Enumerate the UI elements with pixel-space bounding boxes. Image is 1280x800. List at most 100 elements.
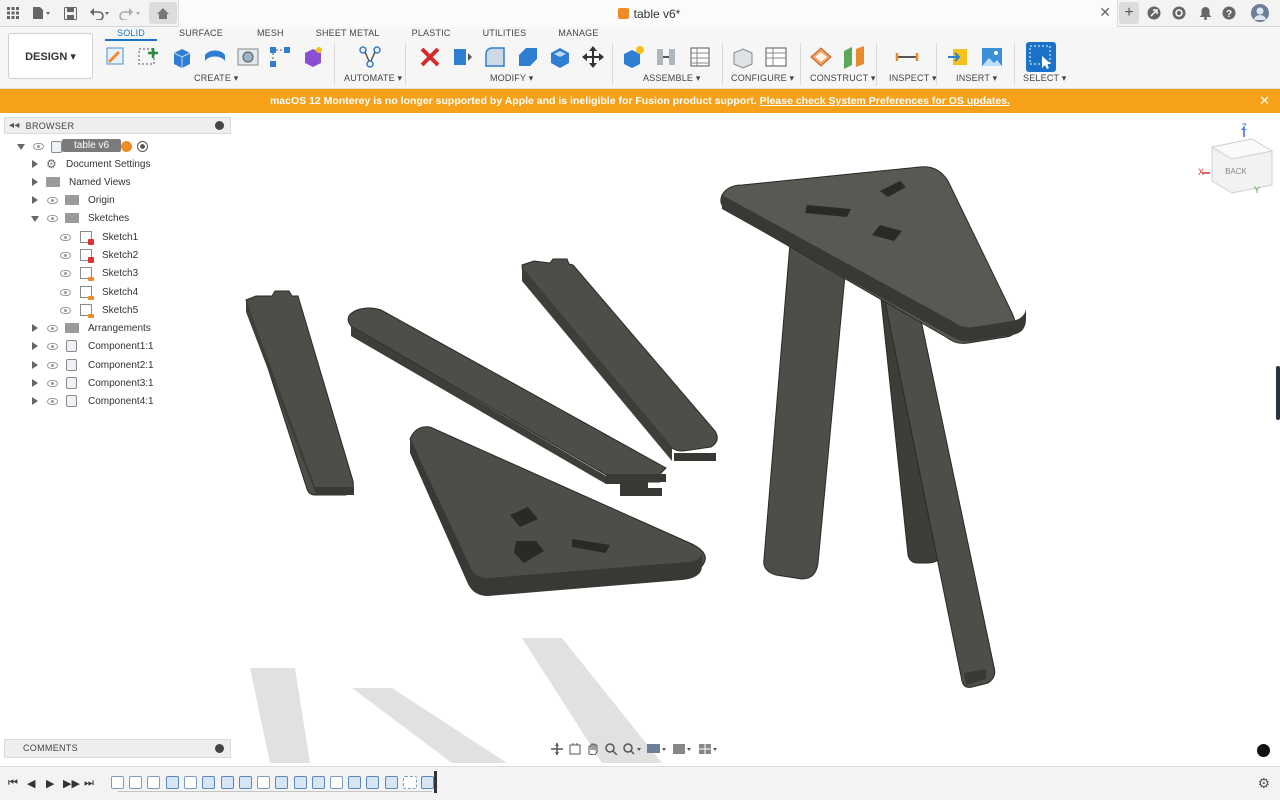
job-status-icon[interactable] bbox=[1171, 3, 1187, 23]
document-tab[interactable]: table v6* ✕ bbox=[178, 0, 1118, 27]
construct-menu[interactable]: CONSTRUCT ▾ bbox=[810, 73, 876, 84]
pan-icon[interactable] bbox=[586, 743, 600, 756]
create-sketch-plus-icon[interactable] bbox=[137, 45, 161, 69]
timeline-feature[interactable] bbox=[239, 776, 252, 789]
timeline-prev-button[interactable]: ◀ bbox=[27, 777, 35, 790]
new-tab-icon[interactable]: + bbox=[1119, 2, 1139, 24]
timeline-marker[interactable] bbox=[434, 771, 437, 793]
timeline-feature[interactable] bbox=[312, 776, 325, 789]
tree-item-component3[interactable]: Component3:1 bbox=[4, 375, 231, 392]
expand-icon[interactable] bbox=[32, 379, 38, 387]
joint-icon[interactable] bbox=[654, 45, 678, 69]
timeline-play-button[interactable]: ▶ bbox=[46, 777, 54, 790]
tree-item-sketches[interactable]: Sketches bbox=[4, 210, 231, 227]
home-icon[interactable] bbox=[149, 2, 177, 24]
comments-panel[interactable]: COMMENTS bbox=[4, 739, 231, 758]
visibility-icon[interactable] bbox=[60, 307, 71, 314]
shell-icon[interactable] bbox=[548, 45, 572, 69]
3d-viewport[interactable]: BACK Z X Y bbox=[232, 113, 1280, 763]
timeline-feature[interactable] bbox=[257, 776, 270, 789]
modify-menu[interactable]: MODIFY ▾ bbox=[490, 73, 533, 84]
side-panel-handle[interactable] bbox=[1276, 366, 1280, 420]
collapse-icon[interactable] bbox=[31, 216, 39, 222]
timeline-feature[interactable] bbox=[147, 776, 160, 789]
configuration-table-icon[interactable] bbox=[764, 45, 788, 69]
visibility-icon[interactable] bbox=[47, 325, 58, 332]
timeline-settings-gear-icon[interactable]: ⚙ bbox=[1257, 775, 1270, 792]
tree-item-document-settings[interactable]: ⚙ Document Settings bbox=[4, 156, 231, 173]
expand-icon[interactable] bbox=[32, 342, 38, 350]
insert-menu[interactable]: INSERT ▾ bbox=[956, 73, 997, 84]
visibility-icon[interactable] bbox=[60, 252, 71, 259]
display-settings-icon[interactable] bbox=[646, 743, 668, 755]
tab-mesh[interactable]: MESH bbox=[245, 27, 296, 41]
view-cube[interactable]: BACK Z X Y bbox=[1198, 122, 1274, 195]
measure-icon[interactable] bbox=[895, 45, 919, 69]
select-menu[interactable]: SELECT ▾ bbox=[1023, 73, 1066, 84]
timeline-feature[interactable] bbox=[421, 776, 434, 789]
delete-icon[interactable] bbox=[418, 45, 442, 69]
undo-icon[interactable] bbox=[88, 3, 112, 23]
expand-icon[interactable] bbox=[32, 160, 38, 168]
add-comment-icon[interactable] bbox=[215, 744, 224, 753]
timeline-feature[interactable] bbox=[166, 776, 179, 789]
form-icon[interactable] bbox=[301, 45, 325, 69]
expand-icon[interactable] bbox=[32, 324, 38, 332]
tree-root[interactable]: table v6 bbox=[4, 138, 231, 155]
visibility-icon[interactable] bbox=[47, 215, 58, 222]
extrude-icon[interactable] bbox=[170, 45, 194, 69]
extensions-icon[interactable] bbox=[1146, 3, 1162, 23]
grid-icon[interactable] bbox=[6, 3, 20, 23]
visibility-icon[interactable] bbox=[47, 398, 58, 405]
visibility-icon[interactable] bbox=[60, 270, 71, 277]
activate-icon[interactable] bbox=[137, 141, 148, 152]
grid-snaps-icon[interactable] bbox=[672, 743, 694, 755]
look-at-icon[interactable] bbox=[568, 742, 582, 755]
new-component-icon[interactable] bbox=[621, 45, 645, 69]
revolve-icon[interactable] bbox=[203, 45, 227, 69]
visibility-icon[interactable] bbox=[47, 362, 58, 369]
tree-item-sketch1[interactable]: Sketch1 bbox=[4, 229, 231, 246]
timeline-feature[interactable] bbox=[129, 776, 142, 789]
tree-item-sketch2[interactable]: Sketch2 bbox=[4, 247, 231, 264]
configure-menu[interactable]: CONFIGURE ▾ bbox=[731, 73, 794, 84]
save-icon[interactable] bbox=[62, 3, 78, 23]
timeline-feature[interactable] bbox=[330, 776, 343, 789]
visibility-icon[interactable] bbox=[60, 289, 71, 296]
tree-item-sketch5[interactable]: Sketch5 bbox=[4, 302, 231, 319]
visibility-icon[interactable] bbox=[47, 380, 58, 387]
inspect-menu[interactable]: INSPECT ▾ bbox=[889, 73, 937, 84]
tree-item-named-views[interactable]: Named Views bbox=[4, 174, 231, 191]
pattern-icon[interactable] bbox=[268, 45, 292, 69]
close-tab-icon[interactable]: ✕ bbox=[1099, 4, 1111, 21]
tab-manage[interactable]: MANAGE bbox=[546, 27, 610, 41]
tree-item-sketch3[interactable]: Sketch3 bbox=[4, 265, 231, 282]
orbit-icon[interactable] bbox=[550, 742, 564, 755]
tab-sheet-metal[interactable]: SHEET METAL bbox=[304, 27, 392, 41]
banner-close-icon[interactable]: ✕ bbox=[1259, 89, 1270, 113]
hole-icon[interactable] bbox=[236, 45, 260, 69]
tab-plastic[interactable]: PLASTIC bbox=[400, 27, 463, 41]
tree-item-arrangements[interactable]: Arrangements bbox=[4, 320, 231, 337]
notifications-icon[interactable] bbox=[1197, 3, 1213, 23]
expand-icon[interactable] bbox=[32, 196, 38, 204]
browser-close-icon[interactable] bbox=[215, 121, 224, 130]
visibility-icon[interactable] bbox=[47, 343, 58, 350]
tree-item-component1[interactable]: Component1:1 bbox=[4, 338, 231, 355]
workspace-design-button[interactable]: DESIGN ▾ bbox=[8, 33, 93, 79]
timeline-feature[interactable] bbox=[221, 776, 234, 789]
tab-surface[interactable]: SURFACE bbox=[167, 27, 235, 41]
zoom-window-icon[interactable] bbox=[622, 742, 642, 755]
select-icon[interactable] bbox=[1026, 42, 1056, 72]
tree-item-component2[interactable]: Component2:1 bbox=[4, 357, 231, 374]
timeline-feature[interactable] bbox=[184, 776, 197, 789]
tab-utilities[interactable]: UTILITIES bbox=[471, 27, 539, 41]
zoom-icon[interactable] bbox=[604, 742, 618, 756]
move-icon[interactable] bbox=[581, 45, 605, 69]
table-leg-part-1[interactable] bbox=[245, 290, 354, 496]
timeline-feature[interactable] bbox=[275, 776, 288, 789]
visibility-icon[interactable] bbox=[60, 234, 71, 241]
expand-icon[interactable] bbox=[32, 361, 38, 369]
bill-of-materials-icon[interactable] bbox=[688, 45, 712, 69]
assembled-table[interactable] bbox=[720, 166, 1026, 688]
